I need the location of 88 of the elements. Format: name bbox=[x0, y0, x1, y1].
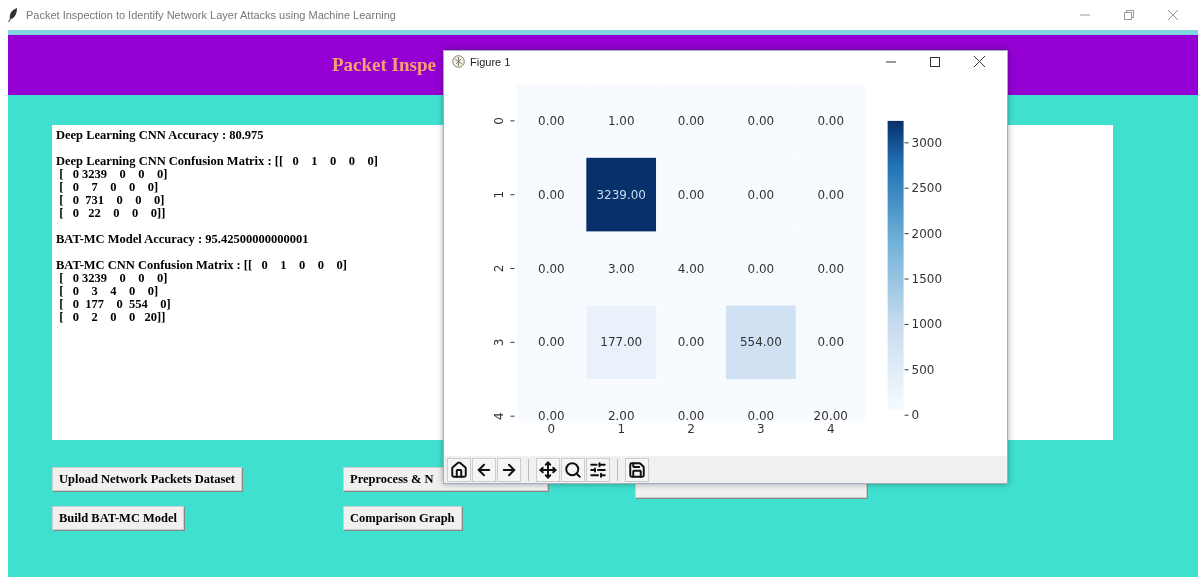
cell-value: 0.00 bbox=[747, 261, 775, 276]
output-line: [ 0 731 0 0 0] bbox=[58, 194, 165, 207]
row-label: 4 bbox=[491, 412, 506, 420]
colorbar-label: 0 bbox=[911, 408, 920, 423]
feather-icon bbox=[8, 8, 18, 22]
row-label: 0 bbox=[491, 117, 506, 125]
column-label: 0 bbox=[547, 422, 556, 437]
output-line: [ 0 22 0 0 0]] bbox=[58, 207, 166, 220]
tick-mark bbox=[904, 414, 910, 416]
colorbar-label: 1000 bbox=[911, 317, 943, 332]
tick-mark bbox=[904, 323, 910, 325]
tick-mark bbox=[510, 120, 515, 122]
cell-value: 0.00 bbox=[817, 187, 845, 202]
tick-mark bbox=[904, 187, 910, 189]
action-button[interactable]: Comparison Graph bbox=[343, 506, 462, 530]
cell-value: 0.00 bbox=[677, 187, 705, 202]
cell-value: 0.00 bbox=[538, 187, 565, 202]
save-icon bbox=[628, 460, 646, 479]
tick-mark bbox=[510, 194, 515, 196]
colorbar-label: 1500 bbox=[911, 271, 943, 286]
row-label: 1 bbox=[491, 190, 506, 199]
tick-mark bbox=[904, 369, 910, 371]
sliders-icon bbox=[589, 460, 607, 479]
pan-icon bbox=[539, 460, 557, 479]
save-button[interactable] bbox=[625, 457, 649, 482]
row-label: 3 bbox=[491, 338, 506, 347]
cell-value: 3.00 bbox=[607, 261, 635, 276]
output-line: [ 0 2 0 0 20]] bbox=[58, 311, 166, 324]
window-title: Packet Inspection to Identify Network Layer Attacks using Machine Learning bbox=[26, 7, 396, 23]
output-line: Deep Learning CNN Accuracy : 80.975 bbox=[56, 129, 264, 142]
output-line: [ 0 3 4 0 0] bbox=[58, 285, 159, 298]
column-label: 1 bbox=[617, 422, 626, 437]
output-line: [ 0 7 0 0 0] bbox=[58, 181, 159, 194]
output-line: [ 0 177 0 554 0] bbox=[58, 298, 171, 311]
figure-title: Figure 1 bbox=[470, 54, 511, 70]
forward-button[interactable] bbox=[497, 457, 521, 482]
cell-value: 20.00 bbox=[813, 409, 848, 424]
tick-mark bbox=[904, 142, 910, 144]
action-button[interactable]: Upload Network Packets Dataset bbox=[52, 467, 243, 491]
cell-value: 4.00 bbox=[677, 261, 705, 276]
column-label: 4 bbox=[826, 422, 835, 437]
output-line: [ 0 3239 0 0 0] bbox=[58, 272, 168, 285]
cell-value: 0.00 bbox=[747, 113, 775, 128]
header-title: Packet Inspe bbox=[332, 52, 436, 77]
cell-value: 0.00 bbox=[747, 409, 775, 424]
column-label: 3 bbox=[757, 422, 765, 437]
app-icon bbox=[452, 55, 465, 69]
action-button[interactable]: Build BAT-MC Model bbox=[52, 506, 185, 530]
back-button[interactable] bbox=[472, 457, 496, 482]
sliders-button[interactable] bbox=[586, 457, 610, 482]
home-button[interactable] bbox=[447, 457, 471, 482]
tick-mark bbox=[904, 278, 910, 280]
tick-mark bbox=[904, 233, 910, 235]
output-line: [ 0 3239 0 0 0] bbox=[59, 168, 168, 181]
home-icon bbox=[450, 460, 468, 479]
cell-value: 177.00 bbox=[600, 335, 643, 350]
cell-value: 1.00 bbox=[607, 113, 635, 128]
cell-value: 554.00 bbox=[739, 335, 782, 350]
colorbar-label: 2500 bbox=[911, 181, 943, 196]
cell-value: 0.00 bbox=[538, 409, 565, 424]
column-label: 2 bbox=[687, 422, 695, 437]
pan-button[interactable] bbox=[536, 457, 560, 482]
colorbar-label: 2000 bbox=[911, 226, 943, 241]
colorbar-label: 500 bbox=[911, 362, 935, 377]
colorbar-label: 3000 bbox=[911, 135, 943, 150]
cell-value: 0.00 bbox=[817, 335, 845, 350]
tick-mark bbox=[510, 341, 515, 343]
cell-value: 0.00 bbox=[538, 335, 565, 350]
output-line: BAT-MC CNN Confusion Matrix : [[ 0 1 0 0 0] bbox=[56, 259, 347, 272]
cell-value: 3239.00 bbox=[596, 187, 646, 202]
cell-value: 0.00 bbox=[677, 335, 705, 350]
cell-value: 0.00 bbox=[817, 113, 845, 128]
output-line: Deep Learning CNN Confusion Matrix : [[ 0 1 0 0 0] bbox=[56, 155, 378, 168]
cell-value: 0.00 bbox=[817, 261, 845, 276]
cell-value: 0.00 bbox=[747, 187, 775, 202]
cell-value: 2.00 bbox=[607, 409, 635, 424]
cell-value: 0.00 bbox=[538, 261, 565, 276]
zoom-button[interactable] bbox=[561, 457, 585, 482]
cell-value: 0.00 bbox=[677, 409, 705, 424]
maximize-icon[interactable] bbox=[930, 56, 940, 67]
cell-value: 0.00 bbox=[677, 113, 705, 128]
cell-value: 0.00 bbox=[538, 113, 565, 128]
zoom-icon bbox=[564, 460, 582, 479]
close-icon[interactable] bbox=[974, 56, 985, 68]
output-line: BAT-MC Model Accuracy : 95.42500000000001 bbox=[56, 233, 309, 246]
tick-mark bbox=[510, 268, 515, 269]
row-label: 2 bbox=[491, 264, 506, 273]
tick-mark bbox=[510, 415, 515, 417]
